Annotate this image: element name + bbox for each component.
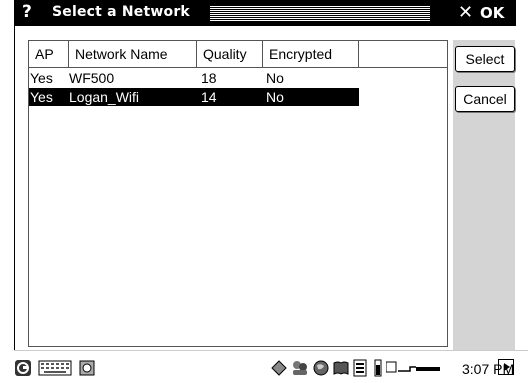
people-icon[interactable] <box>290 359 310 381</box>
start-icon[interactable] <box>14 359 32 381</box>
cell-ap: Yes <box>30 89 53 105</box>
ok-button[interactable]: OK <box>480 4 504 22</box>
list-header: AP Network Name Quality Encrypted <box>29 41 447 69</box>
cell-encrypted: No <box>266 89 284 105</box>
cell-network-name: Logan_Wifi <box>69 89 140 105</box>
question-icon[interactable]: ? <box>22 2 32 22</box>
column-header-network-name[interactable]: Network Name <box>69 41 197 68</box>
cell-network-name: WF500 <box>69 70 115 86</box>
taskbar: 3:07 PM <box>14 350 528 383</box>
table-row[interactable]: Yes WF500 18 No <box>29 69 359 87</box>
column-header-encrypted[interactable]: Encrypted <box>263 41 359 68</box>
select-button[interactable]: Select <box>455 46 515 72</box>
column-header-empty <box>359 41 447 68</box>
globe-icon[interactable] <box>312 359 330 381</box>
contacts-icon[interactable] <box>352 359 368 381</box>
column-header-quality[interactable]: Quality <box>197 41 263 68</box>
keyboard-icon[interactable] <box>38 359 72 381</box>
book-icon[interactable] <box>332 359 350 381</box>
table-row-selected[interactable]: Yes Logan_Wifi 14 No <box>29 88 359 106</box>
window-title: Select a Network <box>52 4 190 20</box>
taskbar-arrow-icon[interactable] <box>498 359 514 375</box>
cell-quality: 14 <box>201 89 217 105</box>
cell-ap: Yes <box>30 70 53 86</box>
cell-encrypted: No <box>266 70 284 86</box>
window-frame <box>14 26 15 350</box>
app-icon[interactable] <box>78 359 96 381</box>
cancel-button[interactable]: Cancel <box>455 86 515 112</box>
cell-quality: 18 <box>201 70 217 86</box>
network-icon[interactable] <box>270 359 288 381</box>
title-stripes <box>210 5 430 21</box>
power-icon <box>385 359 442 381</box>
network-list[interactable]: AP Network Name Quality Encrypted Yes WF… <box>28 40 448 347</box>
battery-icon <box>374 359 382 381</box>
column-header-ap[interactable]: AP <box>29 41 69 68</box>
title-bar: ? Select a Network ✕ OK <box>14 0 516 26</box>
close-icon[interactable]: ✕ <box>458 2 473 23</box>
